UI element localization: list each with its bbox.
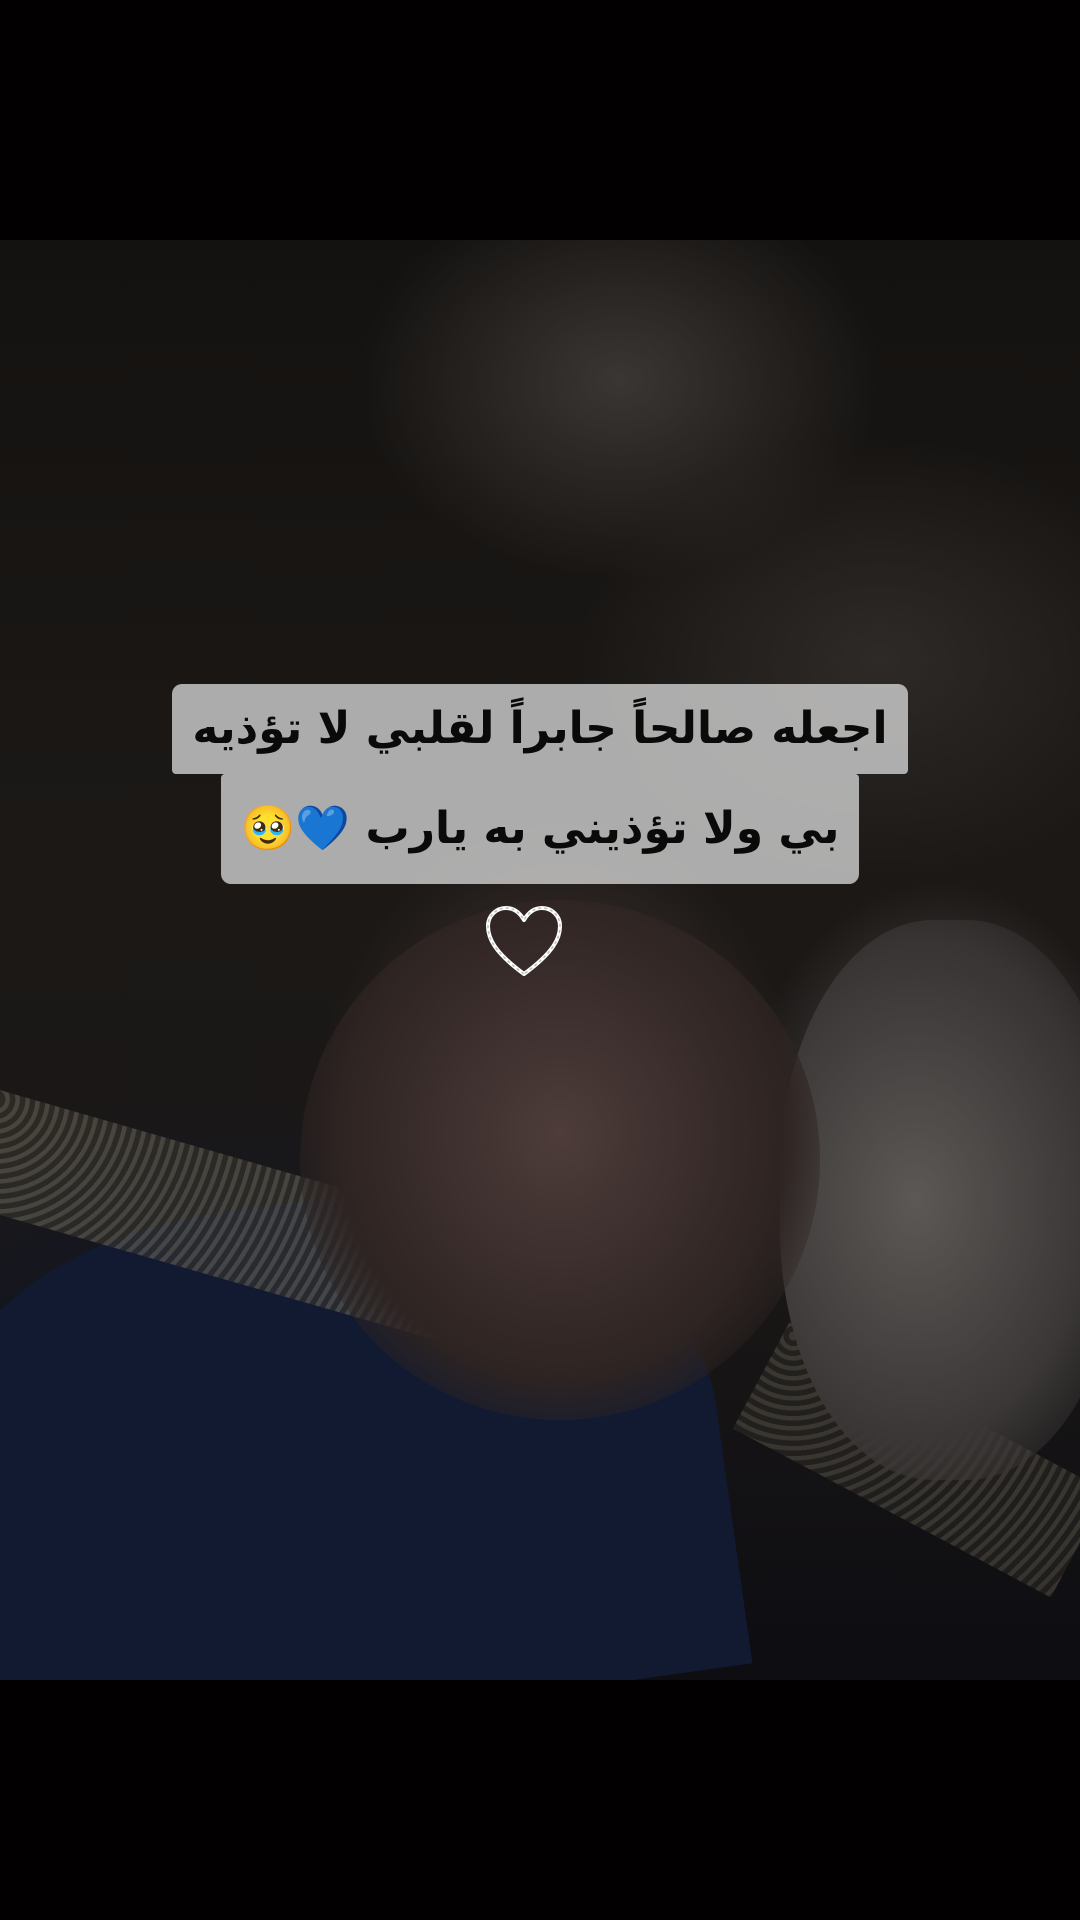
heart-outline-icon xyxy=(486,906,562,976)
white-cuff xyxy=(780,920,1080,1480)
story-screen: اجعله صالحاً جابراً لقلبي لا تؤذيه بي ول… xyxy=(0,0,1080,1920)
caption-line-1: اجعله صالحاً جابراً لقلبي لا تؤذيه xyxy=(172,684,908,774)
caption-line-2: بي ولا تؤذيني به يارب 💙🥹 xyxy=(220,774,860,884)
caption-box: اجعله صالحاً جابراً لقلبي لا تؤذيه بي ول… xyxy=(0,684,1080,884)
